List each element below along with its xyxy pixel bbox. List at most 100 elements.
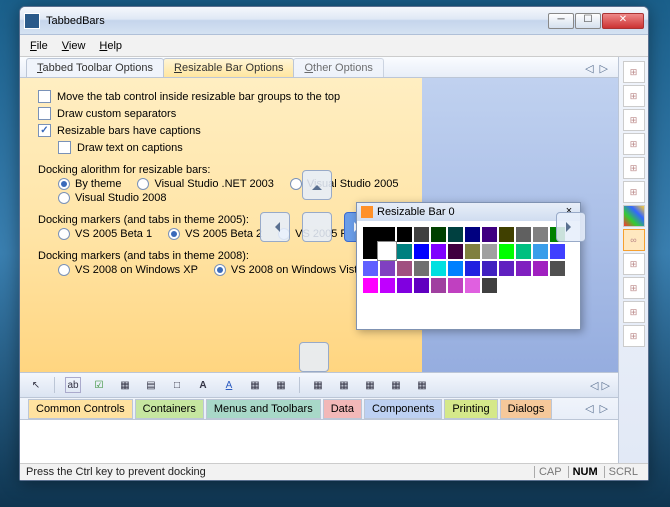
color-swatch[interactable]	[550, 261, 565, 276]
dock-marker-bottom[interactable]	[299, 342, 329, 372]
side-icon-vs[interactable]: ∞	[623, 229, 645, 251]
tab-printing[interactable]: Printing	[444, 399, 497, 419]
color-swatch[interactable]	[533, 261, 548, 276]
tab-menus[interactable]: Menus and Toolbars	[206, 399, 321, 419]
tab-resizable-bar[interactable]: Resizable Bar Options	[163, 58, 294, 77]
tool-pointer[interactable]: ↖	[28, 377, 44, 393]
side-icon-11[interactable]: ⊞	[623, 325, 645, 347]
color-swatch[interactable]	[465, 227, 480, 242]
tool-w5[interactable]: ▦	[362, 377, 378, 393]
tool-label[interactable]: ab	[65, 377, 81, 393]
side-icon-9[interactable]: ⊞	[623, 277, 645, 299]
radio-2005-b1[interactable]: VS 2005 Beta 1	[58, 228, 152, 240]
color-swatch[interactable]	[363, 261, 378, 276]
tool-w7[interactable]: ▦	[414, 377, 430, 393]
color-swatch[interactable]	[533, 227, 548, 242]
tab-data[interactable]: Data	[323, 399, 362, 419]
tool-text-a[interactable]: A	[195, 377, 211, 393]
toolbar-scroll[interactable]: ◁ ▷	[590, 379, 610, 392]
color-swatch[interactable]	[431, 278, 446, 293]
tool-w3[interactable]: ▦	[310, 377, 326, 393]
close-button[interactable]: ✕	[602, 13, 644, 29]
side-icon-10[interactable]: ⊞	[623, 301, 645, 323]
color-swatch[interactable]	[397, 278, 412, 293]
color-swatch[interactable]	[465, 244, 480, 259]
color-swatch[interactable]	[533, 244, 548, 259]
menu-help[interactable]: Help	[99, 40, 122, 52]
color-swatch[interactable]	[516, 227, 531, 242]
color-swatch[interactable]	[414, 261, 429, 276]
radio-by-theme[interactable]: By theme	[58, 178, 121, 190]
tool-w6[interactable]: ▦	[388, 377, 404, 393]
color-swatch[interactable]	[465, 278, 480, 293]
side-icon-3[interactable]: ⊞	[623, 109, 645, 131]
side-icon-win[interactable]	[623, 205, 645, 227]
tab-common[interactable]: Common Controls	[28, 399, 133, 419]
color-swatch[interactable]	[431, 227, 446, 242]
color-swatch[interactable]	[448, 261, 463, 276]
color-swatch[interactable]	[363, 278, 378, 293]
color-swatch[interactable]	[482, 278, 497, 293]
dock-marker-top[interactable]	[302, 170, 332, 200]
radio-vs2008[interactable]: Visual Studio 2008	[58, 192, 167, 204]
tool-box[interactable]: □	[169, 377, 185, 393]
color-swatch[interactable]	[380, 261, 395, 276]
color-swatch[interactable]	[431, 244, 446, 259]
tool-grid2[interactable]: ▤	[143, 377, 159, 393]
color-swatch[interactable]	[499, 261, 514, 276]
side-icon-4[interactable]: ⊞	[623, 133, 645, 155]
tab-toolbar-options[interactable]: Tabbed Toolbar Options	[26, 58, 164, 77]
color-swatch[interactable]	[448, 244, 463, 259]
color-swatch[interactable]	[448, 278, 463, 293]
menu-file[interactable]: File	[30, 40, 48, 52]
color-swatch[interactable]	[380, 278, 395, 293]
minimize-button[interactable]: ─	[548, 13, 574, 29]
color-swatch[interactable]	[465, 261, 480, 276]
cat-scroll[interactable]: ◁▷	[575, 400, 618, 417]
side-icon-6[interactable]: ⊞	[623, 181, 645, 203]
menu-view[interactable]: View	[62, 40, 86, 52]
side-icon-5[interactable]: ⊞	[623, 157, 645, 179]
tool-w2[interactable]: ▦	[273, 377, 289, 393]
tab-containers[interactable]: Containers	[135, 399, 204, 419]
color-swatch[interactable]	[482, 227, 497, 242]
color-swatch[interactable]	[414, 227, 429, 242]
dock-marker-center[interactable]	[302, 212, 332, 242]
radio-2008-vista[interactable]: VS 2008 on Windows Vista	[214, 264, 363, 276]
tool-check[interactable]: ☑	[91, 377, 107, 393]
tool-text-a2[interactable]: A	[221, 377, 237, 393]
radio-vs2003[interactable]: Visual Studio .NET 2003	[137, 178, 273, 190]
dock-marker-left[interactable]	[260, 212, 290, 242]
side-icon-1[interactable]: ⊞	[623, 61, 645, 83]
color-swatch[interactable]	[397, 227, 412, 242]
color-swatch[interactable]	[397, 244, 412, 259]
maximize-button[interactable]: ☐	[575, 13, 601, 29]
bw-swatch[interactable]	[363, 227, 395, 259]
color-swatch[interactable]	[414, 244, 429, 259]
color-swatch[interactable]	[414, 278, 429, 293]
radio-2008-xp[interactable]: VS 2008 on Windows XP	[58, 264, 198, 276]
tab-other-options[interactable]: Other Options	[293, 58, 383, 77]
tool-grid1[interactable]: ▦	[117, 377, 133, 393]
titlebar[interactable]: TabbedBars ─ ☐ ✕	[20, 7, 648, 35]
tab-scroll[interactable]: ◁▷	[575, 60, 618, 77]
tool-w4[interactable]: ▦	[336, 377, 352, 393]
color-swatch[interactable]	[516, 261, 531, 276]
side-icon-2[interactable]: ⊞	[623, 85, 645, 107]
color-swatch[interactable]	[397, 261, 412, 276]
color-swatch[interactable]	[499, 244, 514, 259]
tab-dialogs[interactable]: Dialogs	[500, 399, 553, 419]
color-swatch[interactable]	[550, 244, 565, 259]
dock-marker-far-right[interactable]	[556, 212, 586, 242]
color-swatch[interactable]	[499, 227, 514, 242]
radio-2005-b2[interactable]: VS 2005 Beta 2	[168, 228, 262, 240]
color-swatch[interactable]	[448, 227, 463, 242]
color-swatch[interactable]	[516, 244, 531, 259]
color-swatch[interactable]	[431, 261, 446, 276]
color-swatch[interactable]	[482, 261, 497, 276]
tab-components[interactable]: Components	[364, 399, 442, 419]
side-icon-8[interactable]: ⊞	[623, 253, 645, 275]
tool-w1[interactable]: ▦	[247, 377, 263, 393]
floating-palette[interactable]: Resizable Bar 0 ×	[356, 202, 581, 330]
palette-title[interactable]: Resizable Bar 0 ×	[357, 203, 580, 221]
